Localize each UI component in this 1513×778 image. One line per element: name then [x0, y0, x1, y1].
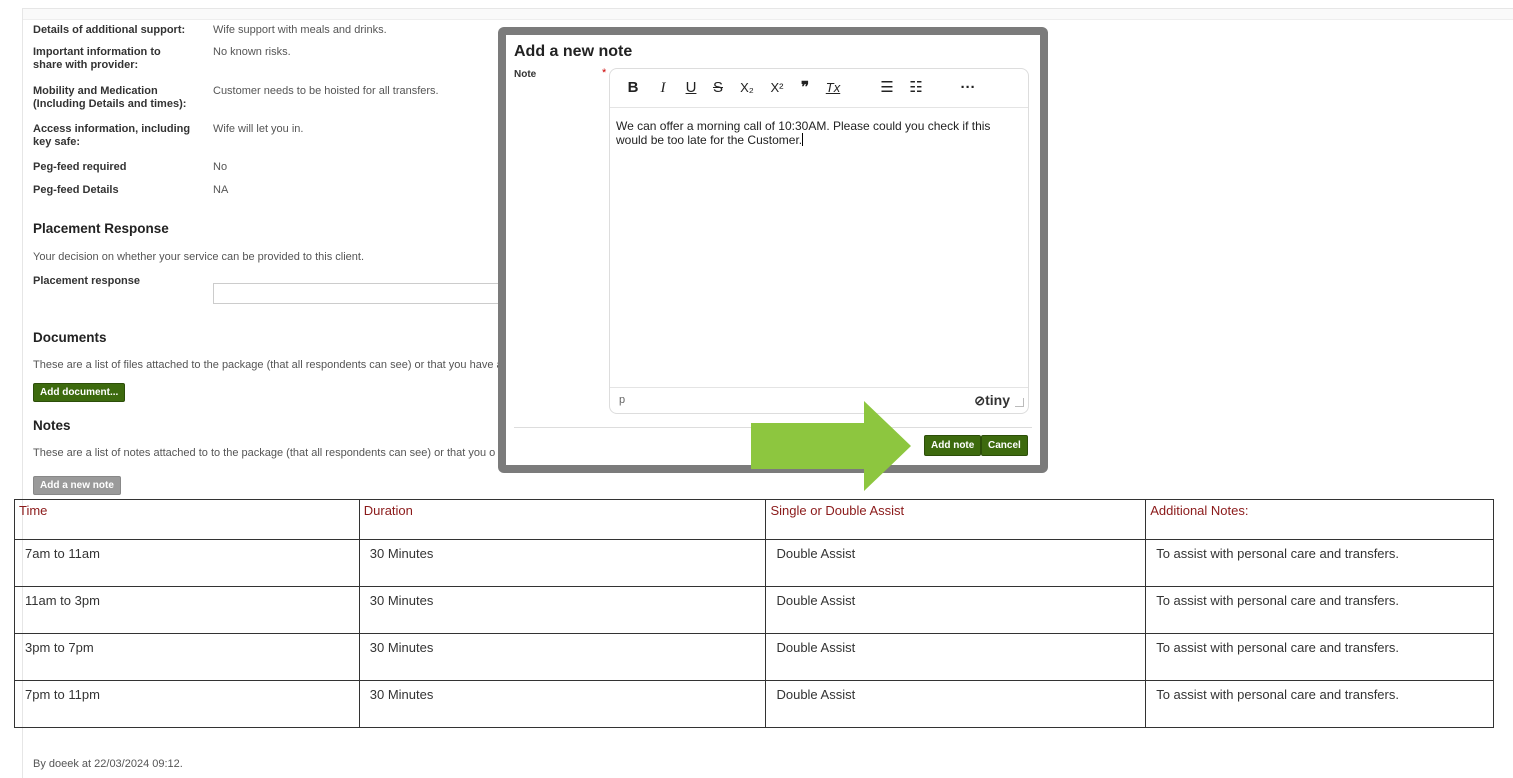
- placement-response-label: Placement response: [33, 275, 140, 287]
- detail-value-peg-feed-details: NA: [213, 184, 229, 196]
- tiny-logo-icon: ⊘: [974, 393, 986, 408]
- underline-icon[interactable]: U: [680, 78, 702, 98]
- top-strip: [23, 9, 1513, 20]
- superscript-icon[interactable]: X²: [764, 78, 790, 98]
- notes-title: Notes: [33, 418, 71, 433]
- editor-content-area[interactable]: We can offer a morning call of 10:30AM. …: [616, 119, 1020, 147]
- detail-value-important-info: No known risks.: [213, 46, 291, 58]
- table-cell-duration: 30 Minutes: [358, 633, 767, 681]
- table-row: 3pm to 7pm 30 Minutes Double Assist To a…: [14, 633, 1494, 681]
- more-icon[interactable]: ···: [954, 78, 982, 98]
- notes-description: These are a list of notes attached to to…: [33, 447, 496, 459]
- table-cell-assist: Double Assist: [765, 539, 1147, 587]
- arrow-shape: [751, 401, 911, 491]
- detail-value-additional-support: Wife support with meals and drinks.: [213, 24, 387, 36]
- blockquote-icon[interactable]: ❞: [794, 78, 816, 98]
- text-caret: [802, 133, 804, 146]
- detail-label-additional-support: Details of additional support:: [33, 24, 186, 36]
- table-cell-time: 3pm to 7pm: [14, 633, 360, 681]
- numbered-list-icon[interactable]: ☰: [876, 78, 898, 98]
- tiny-logo[interactable]: ⊘tiny: [974, 392, 1010, 409]
- column-header-additional-notes: Additional Notes:: [1145, 499, 1494, 540]
- table-cell-duration: 30 Minutes: [358, 539, 767, 587]
- table-cell-duration: 30 Minutes: [358, 586, 767, 634]
- table-row: 7am to 11am 30 Minutes Double Assist To …: [14, 539, 1494, 587]
- table-cell-notes: To assist with personal care and transfe…: [1145, 539, 1494, 587]
- required-marker: *: [602, 67, 607, 79]
- detail-label-important-info: Important information to share with prov…: [33, 46, 161, 71]
- bold-icon[interactable]: B: [622, 78, 644, 98]
- strikethrough-icon[interactable]: S: [707, 78, 729, 98]
- rich-text-editor[interactable]: B I U S X₂ X² ❞ Tx ☰ ☷ ··· We can offer …: [609, 68, 1029, 414]
- cancel-button[interactable]: Cancel: [981, 435, 1028, 456]
- table-cell-time: 7am to 11am: [14, 539, 360, 587]
- table-row: 11am to 3pm 30 Minutes Double Assist To …: [14, 586, 1494, 634]
- detail-label-mobility: Mobility and Medication (Including Detai…: [33, 85, 187, 110]
- table-cell-time: 11am to 3pm: [14, 586, 360, 634]
- detail-value-mobility: Customer needs to be hoisted for all tra…: [213, 85, 439, 97]
- detail-value-peg-feed-required: No: [213, 161, 228, 173]
- care-schedule-table: Time Duration Single or Double Assist Ad…: [14, 499, 1494, 728]
- add-new-note-button[interactable]: Add a new note: [33, 476, 121, 495]
- documents-description: These are a list of files attached to th…: [33, 359, 503, 371]
- resize-handle-icon[interactable]: [1015, 398, 1024, 407]
- table-cell-assist: Double Assist: [765, 680, 1147, 728]
- table-cell-notes: To assist with personal care and transfe…: [1145, 586, 1494, 634]
- table-header-row: Time Duration Single or Double Assist Ad…: [14, 499, 1494, 540]
- bullet-list-icon[interactable]: ☷: [905, 78, 927, 98]
- table-cell-assist: Double Assist: [765, 586, 1147, 634]
- placement-response-description: Your decision on whether your service ca…: [33, 251, 365, 263]
- add-note-button[interactable]: Add note: [924, 435, 982, 456]
- annotation-arrow-icon: [751, 401, 911, 491]
- detail-label-peg-feed-details: Peg-feed Details: [33, 184, 119, 196]
- note-field-label: Note: [514, 69, 537, 80]
- note-body-text: We can offer a morning call of 10:30AM. …: [616, 119, 991, 147]
- detail-label-access: Access information, including key safe:: [33, 123, 191, 148]
- add-document-button[interactable]: Add document...: [33, 383, 126, 402]
- tiny-brand-text: tiny: [985, 392, 1010, 408]
- footer-author-timestamp: By doeek at 22/03/2024 09:12.: [33, 758, 183, 770]
- table-cell-assist: Double Assist: [765, 633, 1147, 681]
- column-header-assist: Single or Double Assist: [765, 499, 1147, 540]
- column-header-duration: Duration: [358, 499, 767, 540]
- editor-toolbar: B I U S X₂ X² ❞ Tx ☰ ☷ ···: [610, 69, 1028, 108]
- table-cell-notes: To assist with personal care and transfe…: [1145, 680, 1494, 728]
- modal-title: Add a new note: [514, 43, 633, 60]
- detail-label-peg-feed-required: Peg-feed required: [33, 161, 127, 173]
- table-row: 7pm to 11pm 30 Minutes Double Assist To …: [14, 680, 1494, 728]
- table-cell-time: 7pm to 11pm: [14, 680, 360, 728]
- documents-title: Documents: [33, 330, 107, 345]
- element-path[interactable]: p: [619, 394, 625, 406]
- placement-response-select[interactable]: [213, 283, 515, 304]
- placement-response-title: Placement Response: [33, 221, 169, 236]
- clear-formatting-icon[interactable]: Tx: [822, 78, 844, 98]
- italic-icon[interactable]: I: [652, 78, 674, 98]
- table-cell-duration: 30 Minutes: [358, 680, 767, 728]
- table-cell-notes: To assist with personal care and transfe…: [1145, 633, 1494, 681]
- detail-value-access: Wife will let you in.: [213, 123, 304, 135]
- column-header-time: Time: [14, 499, 360, 540]
- subscript-icon[interactable]: X₂: [734, 78, 760, 98]
